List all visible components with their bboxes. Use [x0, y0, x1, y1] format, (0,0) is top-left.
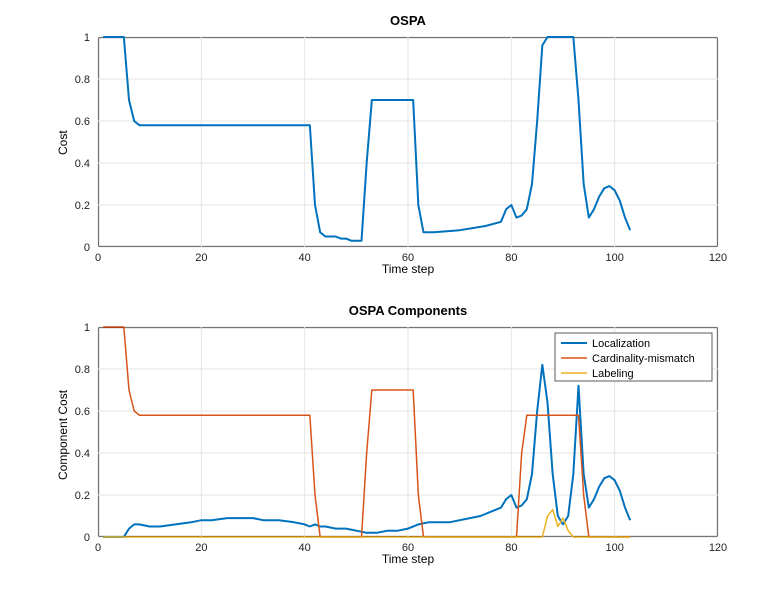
ospa-components-panel: OSPA Components Component Cost Localizat… [98, 327, 718, 537]
svg-text:1: 1 [84, 322, 90, 334]
svg-text:0.2: 0.2 [75, 200, 90, 212]
svg-text:0.6: 0.6 [75, 406, 90, 418]
ospa-components-title: OSPA Components [98, 303, 718, 318]
svg-text:0.6: 0.6 [75, 116, 90, 128]
svg-text:0.8: 0.8 [75, 74, 90, 86]
ospa-components-xlabel: Time step [98, 552, 718, 566]
svg-text:0.8: 0.8 [75, 364, 90, 376]
ospa-title: OSPA [98, 13, 718, 28]
ospa-xlabel: Time step [98, 262, 718, 276]
ospa-components-ylabel: Component Cost [56, 390, 70, 480]
svg-text:0.2: 0.2 [75, 490, 90, 502]
svg-text:0: 0 [84, 242, 90, 254]
legend-label-labeling: Labeling [592, 368, 634, 380]
legend-label-cardinality: Cardinality-mismatch [592, 353, 695, 365]
svg-text:1: 1 [84, 32, 90, 44]
ospa-axes: 020406080100120 00.20.40.60.81 [98, 37, 718, 247]
svg-text:0.4: 0.4 [75, 448, 90, 460]
legend-label-localization: Localization [592, 338, 650, 350]
figure-window: OSPA Cost 020406080100120 00.20.40.60.81… [0, 0, 768, 614]
svg-text:0.4: 0.4 [75, 158, 90, 170]
ospa-components-axes: Localization Cardinality-mismatch Labeli… [98, 327, 718, 537]
ospa-panel: OSPA Cost 020406080100120 00.20.40.60.81… [98, 37, 718, 247]
ospa-ylabel: Cost [56, 130, 70, 155]
legend: Localization Cardinality-mismatch Labeli… [555, 333, 712, 381]
svg-text:0: 0 [84, 532, 90, 544]
